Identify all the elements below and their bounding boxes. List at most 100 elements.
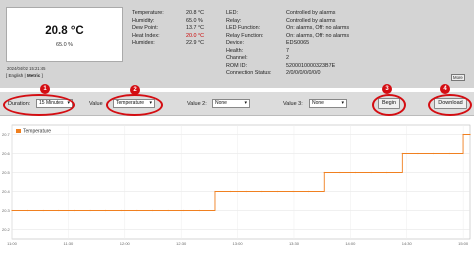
led-function-label: LED Function: (226, 25, 261, 31)
x-tick-label: 14:30 (402, 241, 413, 246)
temperature-data-point (58, 209, 60, 212)
temperature-value: 20.8 °C (186, 10, 205, 16)
temperature-data-point (417, 152, 419, 155)
temperature-chart: 20.7 20.6 20.5 20.4 20.3 20.2 11:00 11:30 12:00 1… (0, 119, 474, 253)
temperature-data-point (261, 190, 263, 193)
relay-row: Relay: Controlled by alarms (226, 18, 349, 26)
temperature-label: Temperature: (132, 10, 164, 16)
temperature-data-point (276, 190, 279, 193)
dewpoint-label: Dew Point: (132, 25, 159, 31)
annotation-badge-1: 1 (40, 84, 50, 94)
annotation-ring-3 (372, 94, 406, 116)
humidity-row: Humidity: 65.0 % (132, 18, 204, 26)
temperature-data-point (73, 209, 76, 212)
led-function-value: On: alarms, Off: no alarms (286, 25, 350, 31)
value2-select[interactable]: None ▾ (212, 99, 250, 108)
device-values: LED: Controlled by alarms Relay: Controlle… (226, 10, 349, 78)
health-value: 7 (286, 47, 289, 54)
relay-function-value: On: alarms, Off: no alarms (286, 32, 350, 39)
relay-value: Controlled by alarms (286, 17, 336, 24)
health-label: Health: (226, 47, 244, 54)
channel-value: 2 (286, 55, 289, 61)
romid-value: 5200010000323B7E (286, 62, 336, 69)
temperature-data-point (339, 171, 341, 174)
chevron-down-icon: ▾ (244, 100, 247, 106)
value-label: Value (89, 101, 103, 107)
device-row: Device: EDS0065 (226, 40, 349, 48)
health-row: Health: 7 (226, 48, 349, 56)
y-tick-label: 20.7 (2, 132, 11, 137)
temperature-data-point (462, 133, 464, 136)
temperature-data-point (11, 209, 13, 212)
temperature-data-point (448, 152, 450, 155)
temperature-data-point (308, 190, 310, 193)
current-temperature: 20.8 °C (45, 25, 84, 37)
more-button[interactable]: More (451, 74, 465, 81)
relay-label: Relay: (226, 17, 242, 24)
temperature-data-point (292, 190, 294, 193)
connection-row: Connection Status: 2/0/0/0/0/0/0/0 (226, 70, 349, 78)
chart-svg: 20.7 20.6 20.5 20.4 20.3 20.2 11:00 11:30 12:00 1… (2, 124, 471, 246)
annotation-badge-2: 2 (130, 85, 140, 95)
relay-function-row: Relay Function: On: alarms, Off: no alarm… (226, 33, 349, 41)
temperature-data-point (432, 152, 435, 155)
temperature-data-point (151, 209, 154, 212)
channel-label: Channel: (226, 55, 248, 61)
temperature-row: Temperature: 20.8 °C (132, 10, 204, 18)
temperature-data-point (198, 209, 200, 212)
unit-selector: [ English | Metric ] (6, 73, 43, 78)
temperature-data-point (136, 209, 138, 212)
humidex-row: Humidex: 22.9 °C (132, 40, 204, 48)
humidex-value: 22.9 °C (186, 40, 205, 46)
y-tick-label: 20.4 (2, 189, 11, 194)
annotation-ring-1 (3, 94, 75, 116)
unit-separator: | (24, 73, 26, 78)
led-row: LED: Controlled by alarms (226, 10, 349, 18)
x-tick-label: 11:30 (64, 241, 74, 246)
relay-function-label: Relay Function: (226, 32, 264, 39)
annotation-ring-4 (428, 94, 472, 116)
humidity-label: Humidity: (132, 17, 155, 24)
connection-value: 2/0/0/0/0/0/0/0 (286, 70, 321, 76)
romid-row: ROM ID: 5200010000323B7E (226, 63, 349, 71)
temperature-data-point (229, 190, 232, 193)
unit-english-link[interactable]: English (9, 73, 24, 78)
device-value: EDS0065 (286, 40, 310, 46)
temperature-data-point (183, 209, 185, 212)
value3-select-value: None (312, 100, 324, 106)
annotation-badge-4: 4 (440, 84, 450, 94)
legend-label: Temperature (23, 129, 51, 135)
temperature-data-point (469, 133, 471, 136)
temperature-data-point (386, 171, 388, 174)
x-tick-label: 13:30 (289, 241, 300, 246)
x-tick-label: 12:30 (176, 241, 187, 246)
heatindex-row: Heat Index: 20.0 °C (132, 33, 204, 41)
x-tick-label: 12:00 (120, 241, 131, 246)
heatindex-label: Heat Index: (132, 32, 160, 39)
annotation-badge-3: 3 (382, 84, 392, 94)
humidex-label: Humidex: (132, 40, 155, 46)
temperature-data-point (105, 209, 107, 212)
connection-label: Connection Status: (226, 70, 272, 76)
led-function-row: LED Function: On: alarms, Off: no alarms (226, 25, 349, 33)
romid-label: ROM ID: (226, 62, 247, 69)
y-tick-label: 20.3 (2, 208, 11, 213)
temperature-data-point (401, 152, 403, 155)
led-label: LED: (226, 10, 238, 16)
channel-row: Channel: 2 (226, 55, 349, 63)
value3-select[interactable]: None ▾ (309, 99, 347, 108)
current-humidity: 65.0 % (55, 42, 74, 48)
temperature-data-point (214, 190, 216, 193)
reading-timestamp: 2024/04/02 15:21:45 (7, 66, 46, 71)
led-value: Controlled by alarms (286, 10, 336, 16)
value2-select-value: None (215, 100, 227, 106)
current-reading-card: 20.8 °C 65.0 % (6, 7, 123, 62)
temperature-data-point (354, 171, 357, 174)
x-tick-label: 11:00 (7, 241, 17, 246)
y-tick-label: 20.5 (2, 170, 11, 175)
dewpoint-value: 13.7 °C (186, 25, 205, 31)
unit-metric-link[interactable]: Metric (27, 73, 40, 78)
temperature-data-point (89, 209, 91, 212)
temperature-data-point (167, 209, 169, 212)
dewpoint-row: Dew Point: 13.7 °C (132, 25, 204, 33)
